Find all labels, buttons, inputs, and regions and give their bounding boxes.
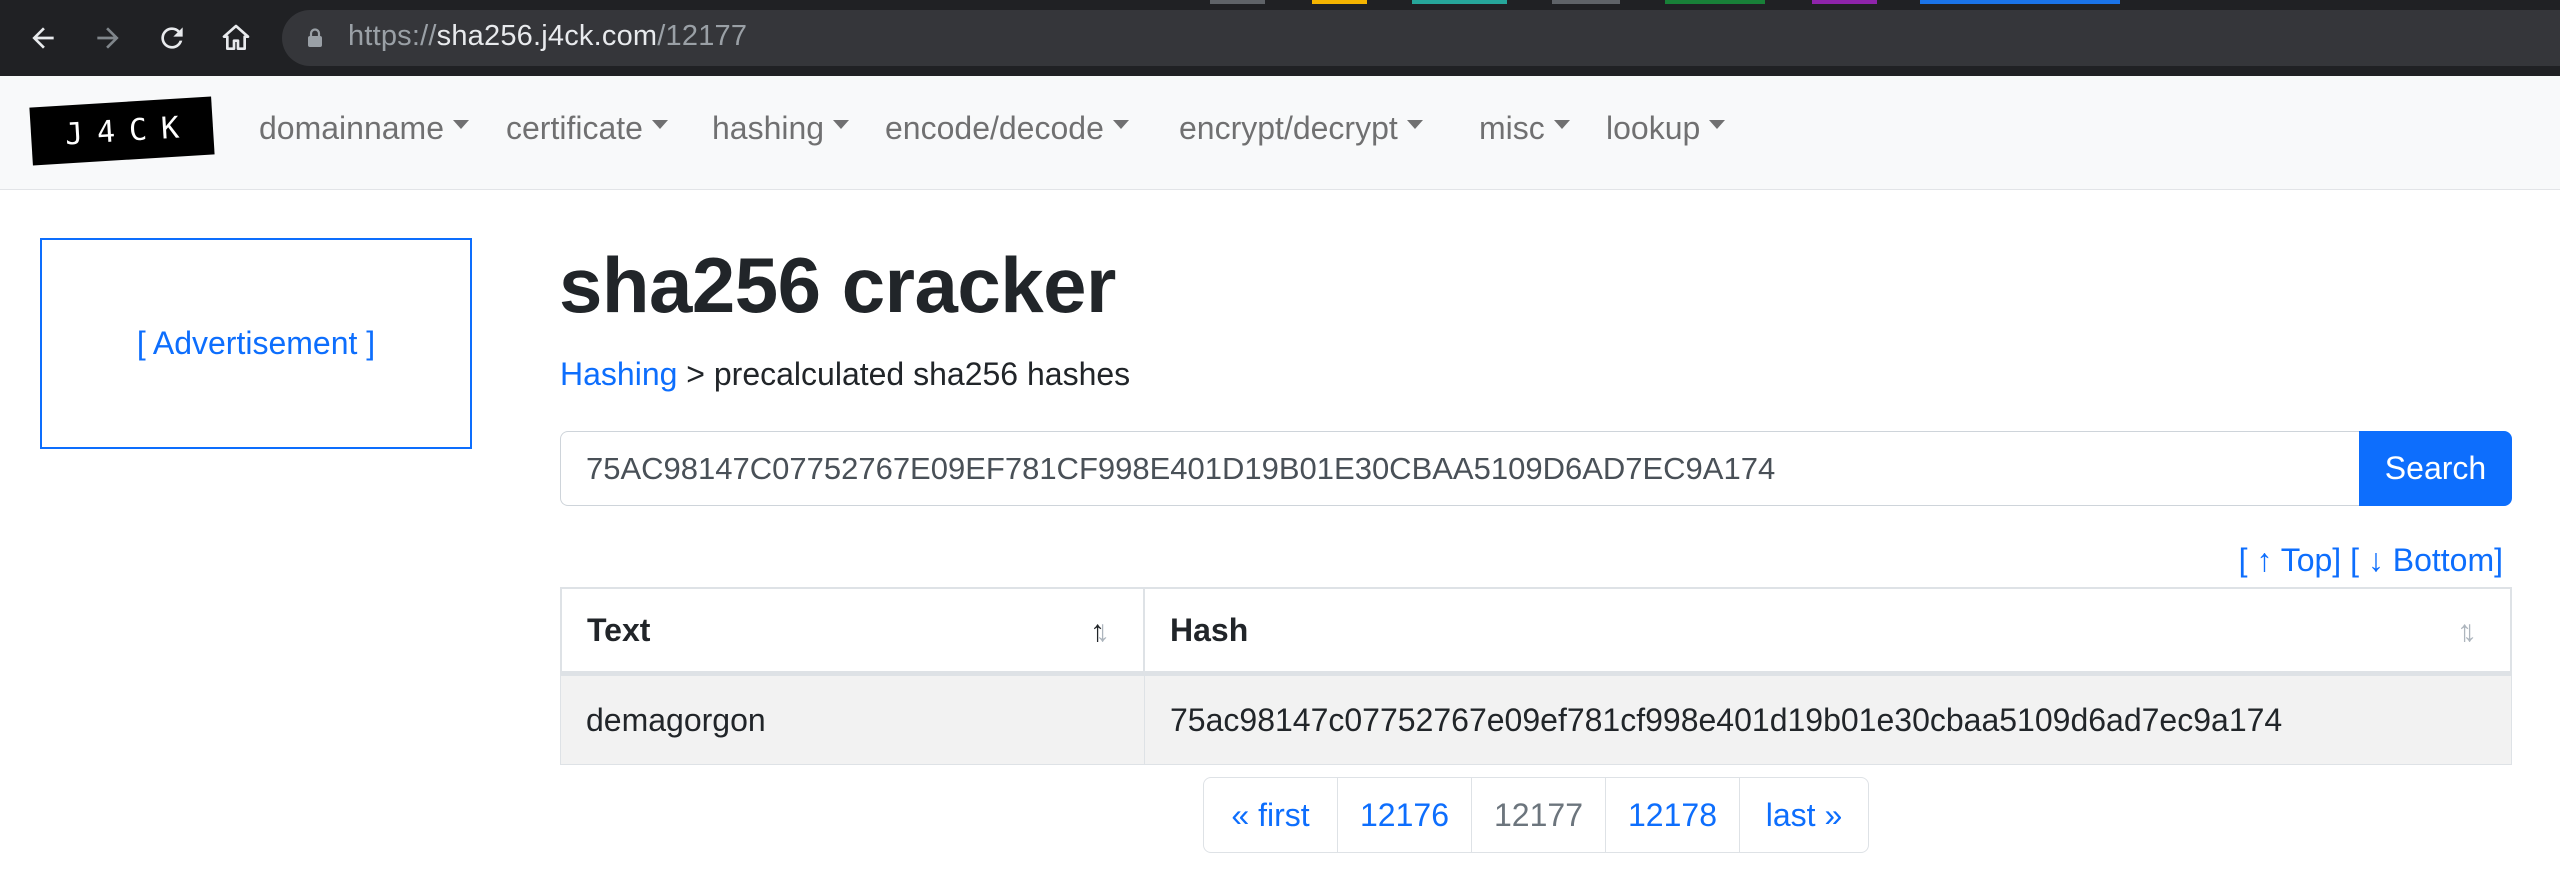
reload-icon: [161, 27, 183, 49]
breadcrumb-link-hashing[interactable]: Hashing: [560, 356, 677, 392]
menu-label: encode/decode: [885, 110, 1104, 146]
home-button[interactable]: [216, 18, 256, 58]
breadcrumb-current: precalculated sha256 hashes: [713, 356, 1131, 392]
browser-toolbar: https://sha256.j4ck.com/12177: [0, 0, 2560, 76]
table-cell-hash: 75ac98147c07752767e09ef781cf998e401d19b0…: [1144, 675, 2512, 765]
menu-domainname[interactable]: domainname: [259, 110, 469, 147]
menu-lookup[interactable]: lookup: [1606, 110, 1726, 147]
caret-down-icon: [1709, 120, 1726, 129]
forward-button[interactable]: [88, 18, 128, 58]
hash-search-input[interactable]: [560, 431, 2359, 506]
breadcrumb: Hashing > precalculated sha256 hashes: [560, 356, 1130, 393]
caret-down-icon: [453, 120, 469, 129]
table-cell-text: demagorgon: [560, 675, 1145, 765]
menu-encode-decode[interactable]: encode/decode: [885, 110, 1129, 147]
arrow-right-icon: [97, 27, 119, 49]
breadcrumb-separator: >: [677, 356, 714, 392]
back-button[interactable]: [23, 18, 63, 58]
page-title: sha256 cracker: [559, 241, 1116, 329]
jump-bottom-link[interactable]: [ ↓ Bottom]: [2350, 542, 2503, 578]
menu-label: misc: [1479, 110, 1545, 146]
caret-down-icon: [651, 120, 668, 129]
menu-label: certificate: [506, 110, 643, 146]
caret-down-icon: [1112, 120, 1129, 129]
jump-links: [ ↑ Top] [ ↓ Bottom]: [2239, 542, 2503, 579]
advertisement-label: [ Advertisement ]: [136, 325, 376, 361]
url-scheme: https://: [348, 20, 437, 52]
menu-encrypt-decrypt[interactable]: encrypt/decrypt: [1179, 110, 1423, 147]
column-header-label: Hash: [1170, 611, 1249, 648]
menu-label: hashing: [712, 110, 825, 146]
pagination-next-page[interactable]: 12178: [1605, 777, 1740, 853]
menu-hashing[interactable]: hashing: [712, 110, 850, 147]
sort-icon: ↑↓: [2457, 615, 2477, 648]
sort-icon: ↑↓: [1090, 615, 1110, 648]
menu-label: encrypt/decrypt: [1179, 110, 1398, 146]
search-button[interactable]: Search: [2359, 431, 2512, 506]
lock-icon: [308, 28, 322, 47]
pagination-prev-page[interactable]: 12176: [1337, 777, 1472, 853]
url-path: /12177: [657, 20, 748, 52]
url-host: sha256.j4ck.com: [436, 20, 658, 52]
site-logo[interactable]: J4CK: [29, 96, 215, 166]
column-header-text[interactable]: Text ↑↓: [560, 587, 1145, 675]
jump-top-link[interactable]: [ ↑ Top]: [2239, 542, 2342, 578]
menu-misc[interactable]: misc: [1479, 110, 1570, 147]
menu-label: lookup: [1606, 110, 1701, 146]
arrow-left-icon: [32, 27, 54, 49]
pagination-first[interactable]: « first: [1203, 777, 1338, 853]
pagination-last[interactable]: last »: [1739, 777, 1869, 853]
column-header-label: Text: [587, 611, 651, 648]
reload-button[interactable]: [152, 18, 192, 58]
logo-text: J4CK: [63, 109, 195, 152]
column-header-hash[interactable]: Hash ↑↓: [1143, 587, 2512, 675]
advertisement-box[interactable]: [ Advertisement ]: [40, 238, 472, 449]
caret-down-icon: [833, 120, 850, 129]
pagination-current-page: 12177: [1471, 777, 1606, 853]
caret-down-icon: [1406, 120, 1423, 129]
home-icon: [222, 24, 250, 50]
caret-down-icon: [1553, 120, 1570, 129]
url-text[interactable]: https://sha256.j4ck.com/12177: [348, 20, 747, 53]
menu-label: domainname: [259, 110, 444, 146]
menu-certificate[interactable]: certificate: [506, 110, 668, 147]
